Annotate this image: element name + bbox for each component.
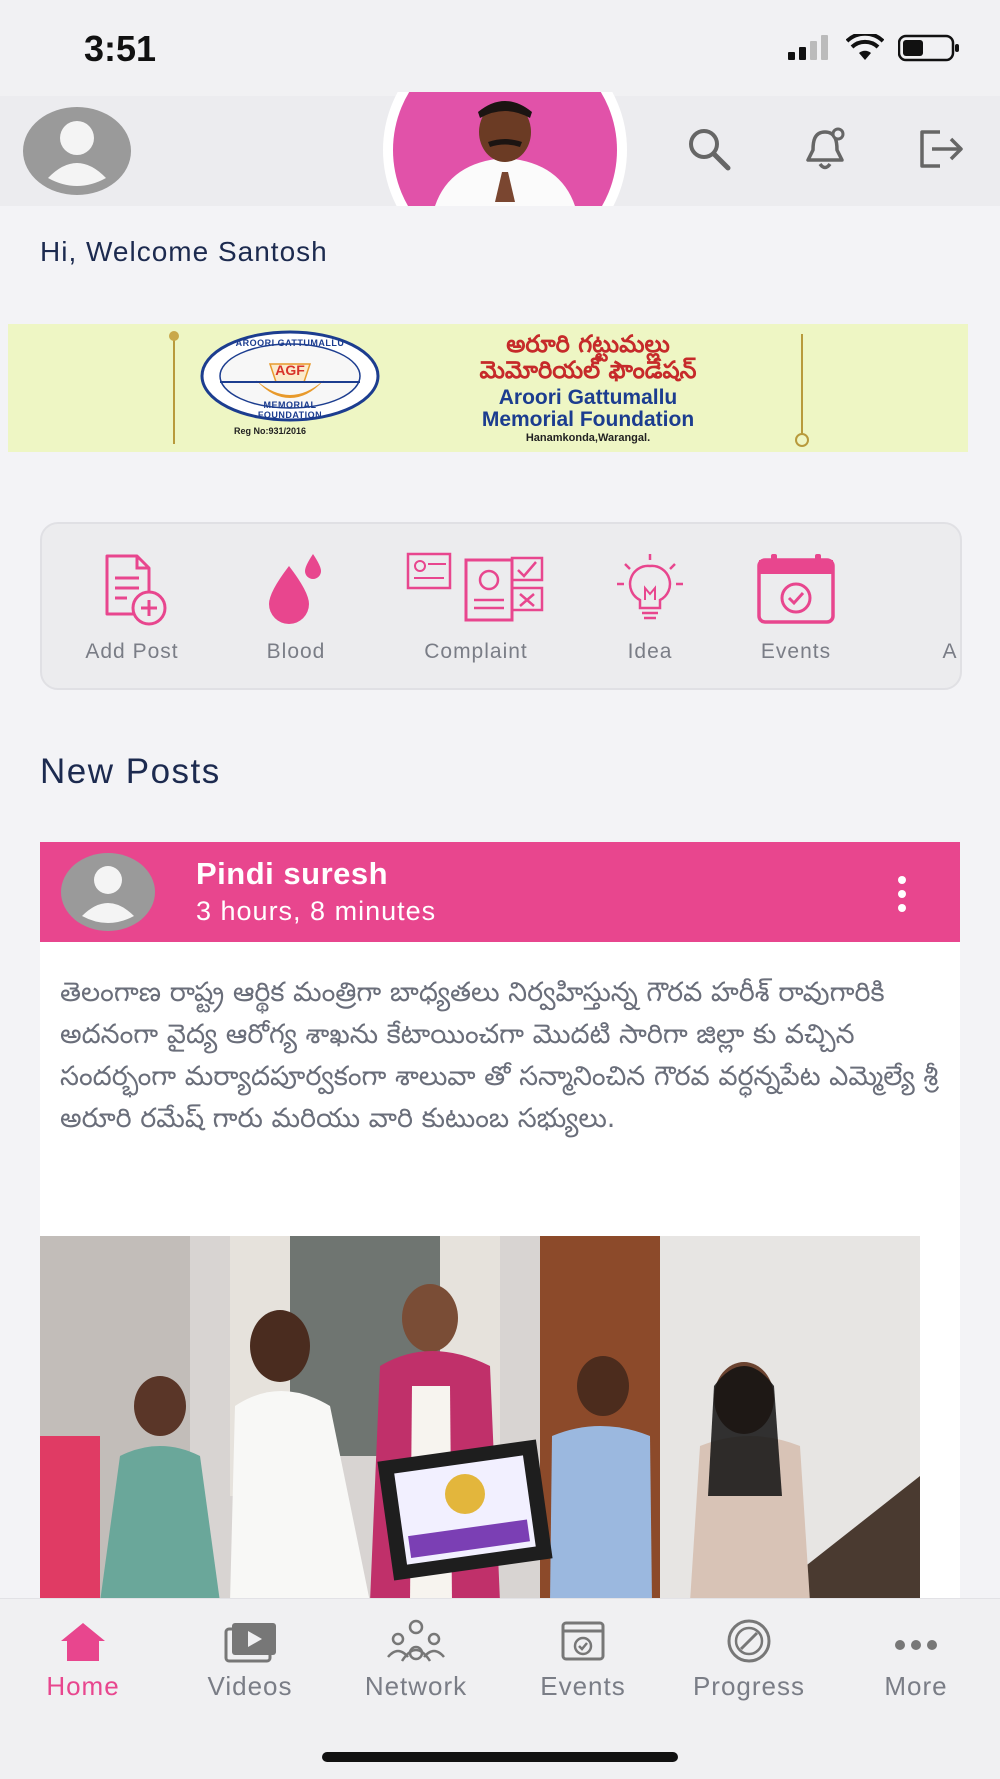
post-author-avatar-icon[interactable] [60,852,156,932]
logout-icon[interactable] [916,124,966,174]
home-icon [61,1623,105,1661]
tab-more[interactable]: More [836,1617,996,1702]
post-body-text: తెలంగాణ రాష్ట్ర ఆర్థిక మంత్రిగా బాధ్యతలు… [60,977,939,1134]
add-post-icon [105,554,167,626]
quick-action-idea[interactable]: Idea [580,552,720,664]
tab-network[interactable]: Network [336,1617,496,1702]
battery-icon [898,34,959,62]
quick-action-label: Blood [266,640,326,663]
tab-label: Videos [207,1671,293,1701]
tab-videos[interactable]: Videos [170,1617,330,1702]
quick-action-label: Events [760,640,832,663]
post-timestamp: 3 hours, 8 minutes [196,896,437,926]
quick-action-more[interactable]: A [880,552,960,664]
banner-telugu-line2: మెమోరియల్ ఫౌండేషన్ [479,356,697,384]
logo-top-text: AROORI GATTUMALLU [235,338,345,348]
app-header [0,92,1000,206]
calendar-check-icon [757,554,835,624]
video-icon [224,1623,276,1663]
quick-action-add-post[interactable]: Add Post [62,552,202,664]
banner-name-line2: Memorial Foundation [481,408,695,431]
blood-drop-icon [269,554,321,624]
tab-label: Home [46,1671,120,1701]
quick-action-icon-placeholder [905,552,960,628]
new-posts-heading: New Posts [40,752,221,791]
tab-progress[interactable]: Progress [669,1617,829,1702]
banner-name-line1: Aroori Gattumallu [498,386,678,409]
quick-action-events[interactable]: Events [726,552,866,664]
user-avatar-icon[interactable] [22,106,132,196]
tab-label: Network [364,1671,468,1701]
kebab-menu-icon[interactable] [894,874,910,914]
home-indicator[interactable] [322,1752,678,1762]
quick-action-complaint[interactable]: Complaint [406,552,546,664]
quick-action-label: Idea [627,640,673,663]
foundation-banner[interactable]: AROORI GATTUMALLU AGF MEMORIAL FOUNDATIO… [8,324,968,452]
cellular-signal-icon [788,35,828,60]
quick-action-label: A [942,640,958,663]
quick-action-blood[interactable]: Blood [226,552,366,664]
tab-events[interactable]: Events [503,1617,663,1702]
quick-actions-panel: Add Post Blood Complaint Idea Events A [40,522,962,690]
network-icon [387,1619,445,1662]
post-header: Pindi suresh 3 hours, 8 minutes [40,842,960,942]
post-photo[interactable] [40,1236,920,1602]
logo-mark: AGF [275,362,305,378]
welcome-text: Hi, Welcome Santosh [40,236,328,267]
status-time: 3:51 [84,28,157,69]
progress-icon [727,1619,771,1663]
post-author-name[interactable]: Pindi suresh [196,856,388,892]
reg-number: Reg No:931/2016 [234,426,307,436]
tab-label: Events [540,1671,626,1701]
status-icons [788,34,960,62]
banner-location: Hanamkonda,Warangal. [525,432,651,444]
more-dots-icon [895,1640,937,1650]
wifi-icon [846,34,884,60]
tab-home[interactable]: Home [3,1617,163,1702]
complaint-icon [406,552,544,622]
quick-action-label: Add Post [85,640,179,663]
tab-label: More [884,1671,948,1701]
tab-label: Progress [692,1671,806,1701]
quick-action-label: Complaint [424,640,528,663]
calendar-icon [561,1621,605,1661]
logo-bottom-text: MEMORIAL FOUNDATION [257,400,323,420]
leader-profile-photo[interactable] [380,92,630,206]
post-card[interactable]: Pindi suresh 3 hours, 8 minutes తెలంగాణ … [40,842,960,1602]
search-icon[interactable] [684,124,734,174]
bell-icon[interactable] [800,124,850,174]
status-bar: 3:51 [0,0,1000,96]
lightbulb-icon [617,554,683,620]
